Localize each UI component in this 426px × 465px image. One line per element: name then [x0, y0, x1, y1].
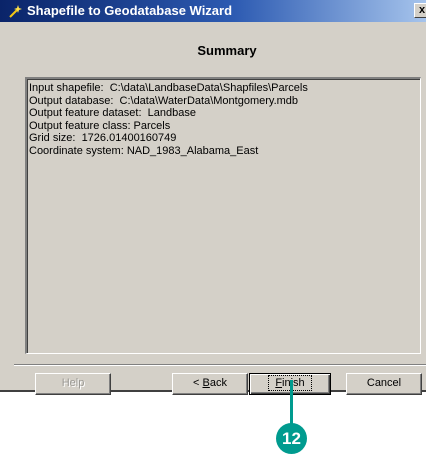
back-button-mnemonic: B [202, 377, 210, 389]
summary-line-grid-size: Grid size: 1726.01400160749 [29, 132, 177, 144]
back-button-rest: ack [209, 377, 227, 389]
cancel-button[interactable]: Cancel [346, 373, 422, 395]
back-button[interactable]: < Back [172, 373, 248, 395]
callout-step-number: 12 [276, 423, 307, 454]
wizard-sparkle-icon [8, 4, 22, 18]
summary-line-input-shapefile: Input shapefile: C:\data\LandbaseData\Sh… [29, 82, 308, 94]
page-title: Summary [197, 43, 257, 58]
summary-line-output-database: Output database: C:\data\WaterData\Montg… [29, 94, 299, 107]
wizard-window: Shapefile to Geodatabase Wizard x Summar… [0, 0, 426, 392]
help-button[interactable]: Help [35, 373, 111, 395]
callout-leader-line [290, 380, 293, 424]
summary-line-output-feature-class: Output feature class: Parcels [29, 119, 171, 132]
close-icon[interactable]: x [414, 3, 426, 18]
title-bar: Shapefile to Geodatabase Wizard x [0, 0, 426, 22]
summary-line-coordinate-system: Coordinate system: NAD_1983_Alabama_East [29, 144, 259, 157]
window-title: Shapefile to Geodatabase Wizard [27, 3, 233, 18]
summary-text-box[interactable]: Input shapefile: C:\data\LandbaseData\Sh… [25, 77, 421, 354]
finish-button-rest: inish [282, 377, 305, 389]
back-button-prefix: < [193, 377, 203, 389]
button-bar-separator [14, 364, 426, 366]
summary-line-output-feature-dataset: Output feature dataset: Landbase [29, 107, 196, 119]
